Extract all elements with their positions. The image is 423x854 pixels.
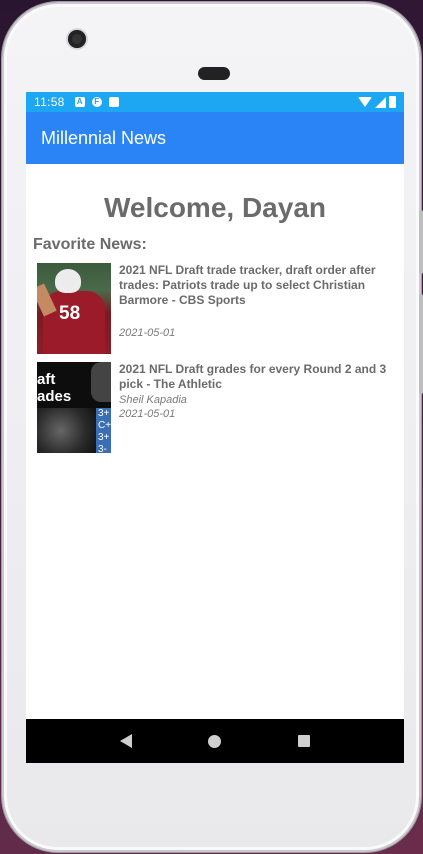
- screen: 11:58 A F Millennial News Welcome, Dayan…: [26, 92, 404, 763]
- power-button: [419, 210, 423, 274]
- earpiece-speaker: [198, 67, 230, 80]
- news-item[interactable]: aft ades 3+ C+ 3+ 3- 2021 NFL Draft grad…: [37, 362, 396, 453]
- app-bar: Millennial News: [26, 112, 404, 164]
- sd-card-icon: [108, 97, 119, 107]
- news-thumbnail[interactable]: aft ades 3+ C+ 3+ 3-: [37, 362, 111, 453]
- news-author: Sheil Kapadia: [119, 394, 187, 406]
- news-item[interactable]: 58 2021 NFL Draft trade tracker, draft o…: [37, 263, 396, 354]
- flipboard-icon: F: [91, 97, 102, 107]
- wifi-icon: [358, 97, 372, 107]
- battery-icon: [389, 96, 396, 108]
- signal-icon: [375, 96, 386, 108]
- news-info: 2021 NFL Draft grades for every Round 2 …: [111, 362, 396, 453]
- volume-button: [419, 294, 423, 394]
- news-date: 2021-05-01: [119, 327, 176, 339]
- a-icon: A: [74, 97, 85, 107]
- home-icon[interactable]: [208, 734, 222, 748]
- thumbnail-jersey-number: 58: [59, 303, 81, 324]
- status-bar: 11:58 A F: [26, 92, 404, 112]
- system-nav-bar: [26, 719, 404, 763]
- welcome-heading: Welcome, Dayan: [103, 192, 327, 223]
- phone-frame: 11:58 A F Millennial News Welcome, Dayan…: [2, 2, 423, 852]
- news-headline[interactable]: 2021 NFL Draft trade tracker, draft orde…: [119, 263, 396, 308]
- news-thumbnail[interactable]: 58: [37, 263, 111, 354]
- back-icon[interactable]: [120, 734, 133, 748]
- status-time: 11:58: [34, 95, 65, 109]
- front-camera: [68, 30, 86, 48]
- news-headline[interactable]: 2021 NFL Draft grades for every Round 2 …: [119, 362, 396, 392]
- news-info: 2021 NFL Draft trade tracker, draft orde…: [111, 263, 396, 354]
- recents-icon[interactable]: [297, 735, 310, 747]
- app-title: Millennial News: [41, 127, 167, 148]
- thumbnail-text: ades: [37, 388, 72, 405]
- main-content: Welcome, Dayan Favorite News: 58 2021 NF…: [26, 191, 404, 453]
- favorite-news-heading: Favorite News:: [33, 236, 147, 253]
- news-date: 2021-05-01: [119, 408, 176, 420]
- thumbnail-grades: 3+ C+ 3+ 3-: [96, 408, 111, 453]
- thumbnail-text: aft: [37, 371, 56, 388]
